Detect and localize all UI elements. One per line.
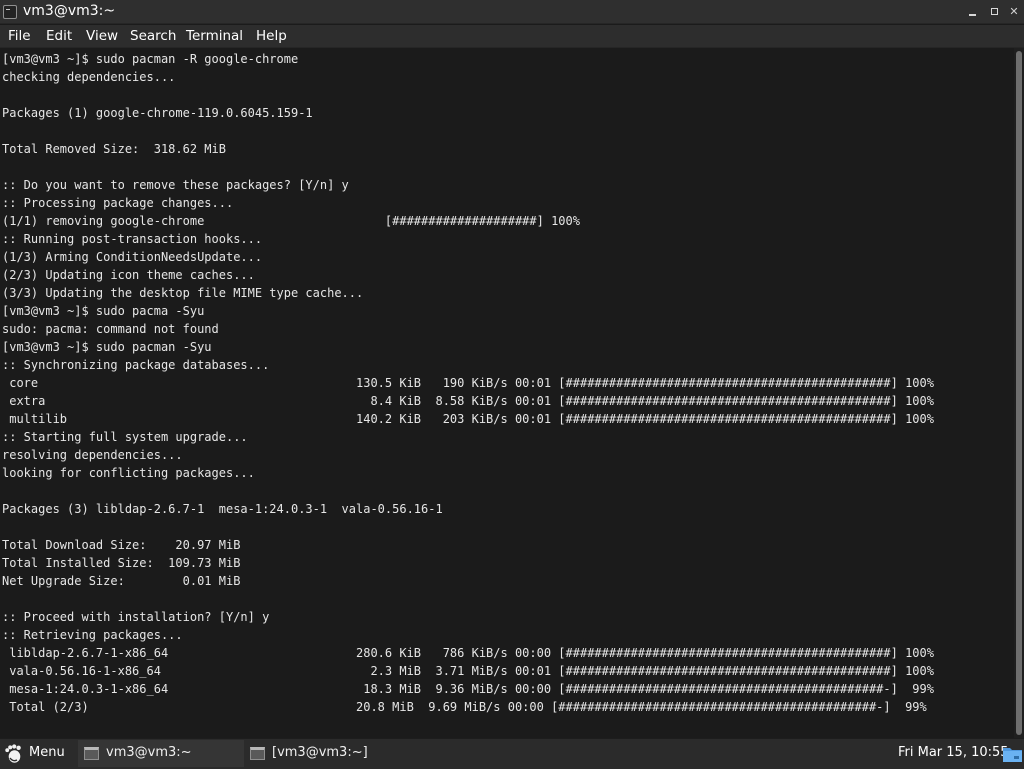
terminal-line: :: Synchronizing package databases... [2,358,270,372]
terminal-line: vala-0.56.16-1-x86_64 2.3 MiB 3.71 MiB/s… [2,664,934,678]
terminal-line: Packages (3) libldap-2.6.7-1 mesa-1:24.0… [2,502,443,516]
terminal-line: core 130.5 KiB 190 KiB/s 00:01 [########… [2,376,934,390]
maximize-button[interactable] [987,4,1003,20]
terminal-line: [vm3@vm3 ~]$ sudo pacman -R google-chrom… [2,52,299,66]
terminal-line: Packages (1) google-chrome-119.0.6045.15… [2,106,313,120]
terminal-line: sudo: pacma: command not found [2,322,219,336]
terminal-line: mesa-1:24.0.3-1-x86_64 18.3 MiB 9.36 MiB… [2,682,934,696]
terminal-line: Total Removed Size: 318.62 MiB [2,142,226,156]
menu-view[interactable]: View [86,27,118,45]
terminal-window: vm3@vm3:~ ✕ File Edit View Search Termin… [0,0,1024,738]
window-titlebar[interactable]: vm3@vm3:~ ✕ [0,0,1024,24]
terminal-line: multilib 140.2 KiB 203 KiB/s 00:01 [####… [2,412,934,426]
terminal-line: checking dependencies... [2,70,176,84]
menu-bar: File Edit View Search Terminal Help [0,25,1024,48]
menu-edit[interactable]: Edit [46,27,72,45]
terminal-output[interactable]: [vm3@vm3 ~]$ sudo pacman -R google-chrom… [0,48,1014,738]
terminal-line: resolving dependencies... [2,448,183,462]
terminal-line: libldap-2.6.7-1-x86_64 280.6 KiB 786 KiB… [2,646,934,660]
terminal-line: :: Processing package changes... [2,196,234,210]
taskbar-window-label: [vm3@vm3:~] [272,745,368,760]
close-button[interactable]: ✕ [1006,4,1022,20]
menu-terminal[interactable]: Terminal [186,27,243,45]
terminal-scrollbar[interactable] [1014,48,1024,738]
terminal-line: Total Installed Size: 109.73 MiB [2,556,241,570]
menu-search[interactable]: Search [130,27,176,45]
terminal-window-icon [250,747,265,760]
taskbar-window-label: vm3@vm3:~ [106,745,192,760]
maximize-icon [991,8,998,15]
terminal-line: looking for conflicting packages... [2,466,255,480]
terminal-line: :: Retrieving packages... [2,628,183,642]
minimize-button[interactable] [965,4,981,20]
menu-file[interactable]: File [8,27,31,45]
terminal-line: (1/3) Arming ConditionNeedsUpdate... [2,250,263,264]
terminal-line: Total Download Size: 20.97 MiB [2,538,241,552]
terminal-line: :: Do you want to remove these packages?… [2,178,349,192]
terminal-line: extra 8.4 KiB 8.58 KiB/s 00:01 [########… [2,394,934,408]
terminal-line: (2/3) Updating icon theme caches... [2,268,255,282]
terminal-line: [vm3@vm3 ~]$ sudo pacma -Syu [2,304,205,318]
gnome-foot-icon [5,744,21,763]
taskbar-window-vm3-active[interactable]: vm3@vm3:~ [78,740,244,767]
terminal-line: Net Upgrade Size: 0.01 MiB [2,574,241,588]
terminal-window-icon [84,747,99,760]
terminal-line: Total (2/3) 20.8 MiB 9.69 MiB/s 00:00 [#… [2,700,927,714]
terminal-icon [3,5,17,19]
terminal-line: :: Proceed with installation? [Y/n] y [2,610,270,624]
taskbar-window-vm3-minimized[interactable]: [vm3@vm3:~] [244,740,410,767]
window-title: vm3@vm3:~ [23,3,116,19]
menu-help[interactable]: Help [256,27,287,45]
terminal-line: (3/3) Updating the desktop file MIME typ… [2,286,364,300]
minimize-icon [969,14,976,16]
menu-label: Menu [29,745,65,760]
close-icon: ✕ [1009,5,1019,18]
clock[interactable]: Fri Mar 15, 10:55 [898,745,1009,760]
taskbar: Menu vm3@vm3:~ [vm3@vm3:~] Fri Mar 15, 1… [0,738,1024,768]
terminal-line: (1/1) removing google-chrome [##########… [2,214,580,228]
terminal-line: [vm3@vm3 ~]$ sudo pacman -Syu [2,340,212,354]
terminal-line: :: Running post-transaction hooks... [2,232,263,246]
menu-button[interactable]: Menu [0,739,72,769]
folder-icon[interactable] [1002,743,1023,764]
terminal-line: :: Starting full system upgrade... [2,430,248,444]
scrollbar-thumb[interactable] [1016,51,1022,735]
